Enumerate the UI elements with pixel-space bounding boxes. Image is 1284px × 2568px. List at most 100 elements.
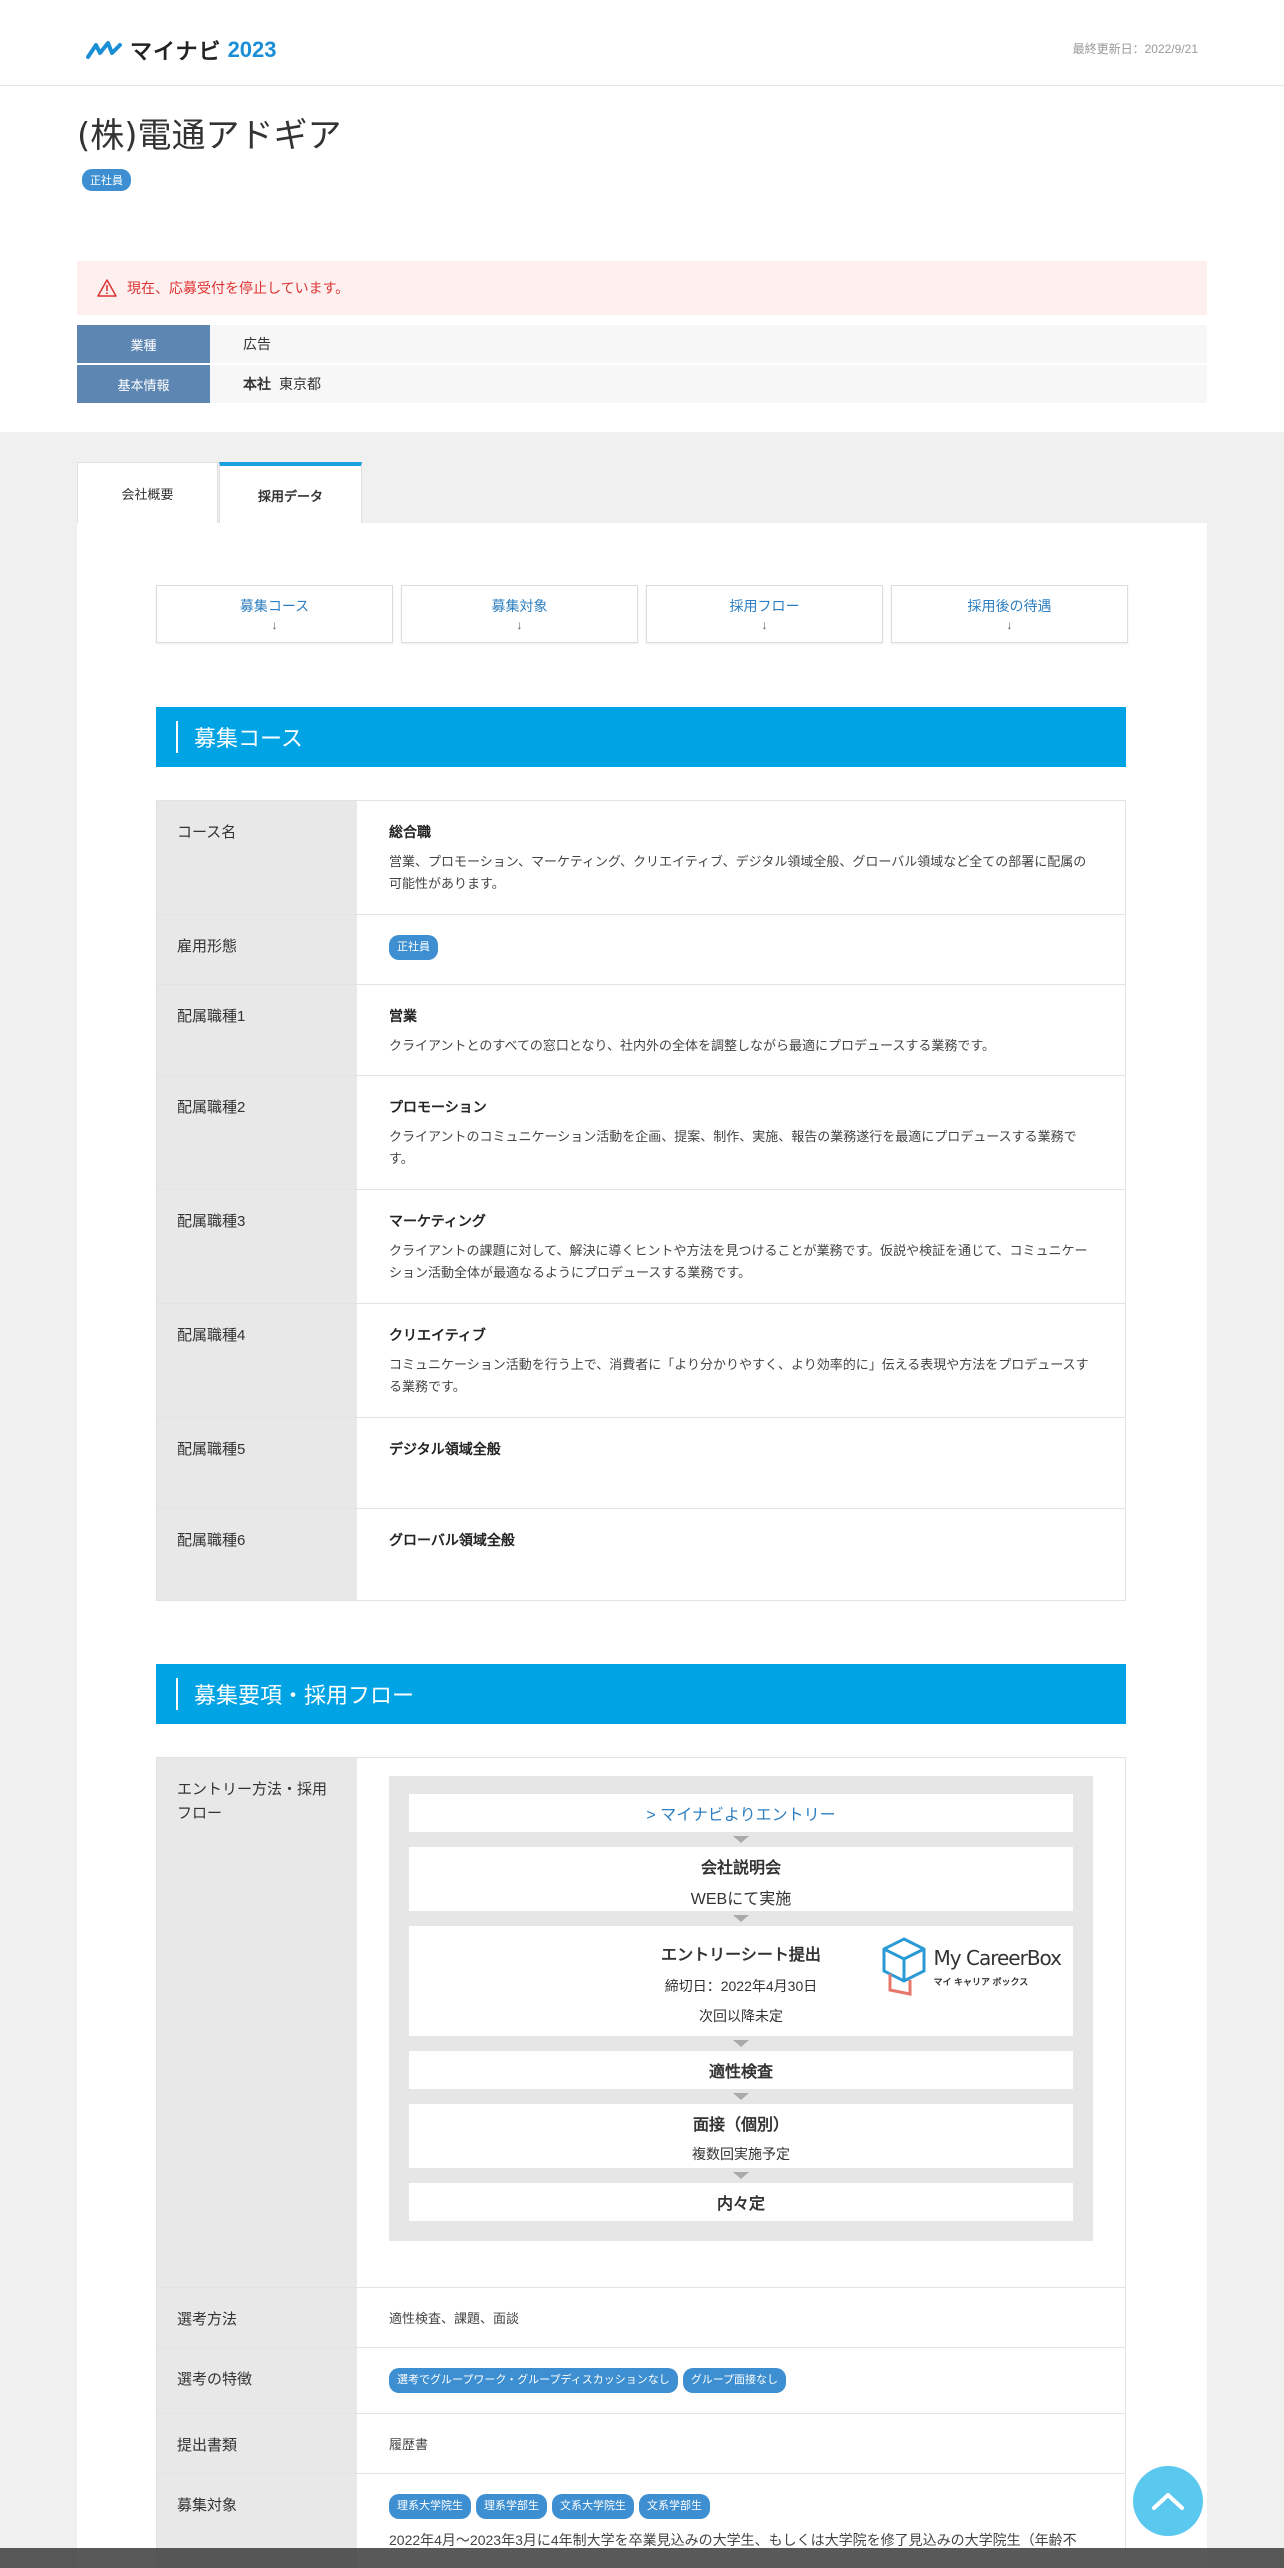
job-title: 営業 [389,1008,417,1024]
table-row: 配属職種6 グローバル領域全般 [157,1509,1125,1600]
table-row: 提出書類 履歴書 [157,2414,1125,2474]
row-label: エントリー方法・採用フロー [157,1758,357,2287]
tab-company-overview[interactable]: 会社概要 [77,462,218,524]
course-desc: 営業、プロモーション、マーケティング、クリエイティブ、デジタル領域全般、グローバ… [389,853,1087,891]
entry-closed-alert: 現在、応募受付を停止しています。 [77,261,1207,315]
row-label: 配属職種4 [157,1304,357,1417]
offer-title: 内々定 [716,2196,765,2213]
job-title: プロモーション [389,1099,487,1115]
anchor-target[interactable]: 募集対象 ↓ [401,585,638,643]
anchor-flow-label: 採用フロー [729,598,800,614]
arrow-down-icon: ↓ [516,618,523,632]
basic-info-table: 業種 広告 基本情報 本社 東京都 [77,325,1207,403]
job-desc: クライアントとのすべての窓口となり、社内外の全体を調整しながら最適にプロデュース… [389,1037,996,1053]
course-name: 総合職 [389,824,431,840]
flow-section-heading: 募集要項・採用フロー [156,1664,1126,1724]
documents-value: 履歴書 [389,2437,429,2452]
company-header: (株)電通アドギア 正社員 [0,86,1284,191]
entry-sheet-step: エントリーシート提出 締切日：2022年4月30日 次回以降未定 My Care… [409,1926,1073,2036]
careerbox-icon [882,1937,926,1996]
job-desc: クライアントの課題に対して、解決に導くヒントや方法を見つけることが業務です。仮説… [389,1242,1088,1280]
row-label: 選考方法 [157,2288,357,2347]
mynavi-entry-link[interactable]: > マイナビよりエントリー [646,1807,835,1824]
seminar-step: 会社説明会 WEBにて実施 [409,1847,1073,1911]
interview-step: 面接（個別） 複数回実施予定 [409,2104,1073,2168]
employment-badge: 正社員 [82,169,131,191]
table-row: 配属職種2 プロモーション クライアントのコミュニケーション活動を企画、提案、制… [157,1076,1125,1190]
table-row: 配属職種5 デジタル領域全般 [157,1418,1125,1509]
mynavi-logo-icon [86,41,122,59]
interview-sub: 複数回実施予定 [692,2146,790,2163]
target-chip: 文系学部生 [639,2494,710,2519]
hq-value: 東京都 [279,376,321,392]
job-title: デジタル領域全般 [389,1441,501,1457]
selection-method-value: 適性検査、課題、面談 [389,2311,520,2326]
flow-arrow-icon [733,1915,749,1922]
warning-icon [97,279,117,297]
row-label: 配属職種1 [157,985,357,1075]
row-label: 配属職種5 [157,1418,357,1508]
logo-text: マイナビ [130,39,222,64]
target-chip: 理系学部生 [476,2494,547,2519]
course-section-heading: 募集コース [156,707,1126,767]
row-label: コース名 [157,801,357,914]
target-chip: 文系大学院生 [552,2494,634,2519]
anchor-treatment[interactable]: 採用後の待遇 ↓ [891,585,1128,643]
row-label: 雇用形態 [157,915,357,984]
anchor-flow[interactable]: 採用フロー ↓ [646,585,883,643]
flow-arrow-icon [733,2172,749,2179]
feature-chip: 選考でグループワーク・グループディスカッションなし [389,2368,678,2393]
hq-label: 本社 [243,376,271,392]
flow-arrow-icon [733,2093,749,2100]
top-header: マイナビ 2023 最終更新日：2022/9/21 [0,0,1284,86]
industry-row: 業種 広告 [77,325,1207,363]
flow-arrow-icon [733,1836,749,1843]
scroll-to-top-button[interactable] [1133,2466,1203,2536]
table-row: 配属職種3 マーケティング クライアントの課題に対して、解決に導くヒントや方法を… [157,1190,1125,1304]
company-name: (株)電通アドギア [77,116,342,156]
employment-type-chip: 正社員 [389,935,438,960]
alert-message: 現在、応募受付を停止しています。 [127,280,350,296]
flow-arrow-icon [733,2040,749,2047]
tab-recruit-data[interactable]: 採用データ [219,462,362,524]
table-row: コース名 総合職 営業、プロモーション、マーケティング、クリエイティブ、デジタル… [157,801,1125,915]
my-careerbox-logo[interactable]: My CareerBox マイ キャリア ボックス [880,1936,1062,1996]
job-title: クリエイティブ [389,1327,486,1343]
job-title: グローバル領域全般 [389,1532,515,1548]
arrow-down-icon: ↓ [761,618,768,632]
row-label: 提出書類 [157,2414,357,2473]
arrow-down-icon: ↓ [271,618,278,632]
table-row: 選考方法 適性検査、課題、面談 [157,2288,1125,2348]
feature-chip: グループ面接なし [682,2368,787,2393]
row-label: 配属職種3 [157,1190,357,1303]
anchor-course[interactable]: 募集コース ↓ [156,585,393,643]
flow-table: エントリー方法・採用フロー > マイナビよりエントリー 会社説明会 WEBにて実… [156,1757,1126,2568]
table-row: 選考の特徴 選考でグループワーク・グループディスカッションなし グループ面接なし [157,2348,1125,2414]
recruit-flow: > マイナビよりエントリー 会社説明会 WEBにて実施 エントリーシート提出 締… [389,1776,1093,2241]
last-updated: 最終更新日：2022/9/21 [1072,42,1198,56]
aptitude-title: 適性検査 [708,2064,773,2081]
careerbox-sub: マイ キャリア ボックス [933,1977,1029,1988]
careerbox-title: My CareerBox [933,1946,1062,1971]
bottom-overlay-bar [0,2548,1284,2568]
target-chip: 理系大学院生 [389,2494,471,2519]
anchor-target-label: 募集対象 [491,598,548,614]
arrow-down-icon: ↓ [1006,618,1013,632]
logo-year: 2023 [227,37,277,62]
table-row: 配属職種4 クリエイティブ コミュニケーション活動を行う上で、消費者に「より分か… [157,1304,1125,1418]
interview-title: 面接（個別） [692,2117,789,2134]
course-table: コース名 総合職 営業、プロモーション、マーケティング、クリエイティブ、デジタル… [156,800,1126,1601]
table-row: 配属職種1 営業 クライアントとのすべての窓口となり、社内外の全体を調整しながら… [157,985,1125,1076]
entry-step: > マイナビよりエントリー [409,1794,1073,1832]
seminar-title: 会社説明会 [700,1860,781,1877]
es-next: 次回以降未定 [699,2007,783,2024]
row-label: 選考の特徴 [157,2348,357,2413]
row-label: 配属職種6 [157,1509,357,1600]
chevron-up-icon [1152,2493,1184,2510]
mynavi-logo[interactable]: マイナビ 2023 [86,34,277,66]
anchor-nav: 募集コース ↓ 募集対象 ↓ 採用フロー ↓ 採用後の待遇 ↓ [156,585,1128,643]
seminar-sub: WEBにて実施 [690,1891,792,1909]
job-desc: クライアントのコミュニケーション活動を企画、提案、制作、実施、報告の業務遂行を最… [389,1128,1077,1166]
table-row: エントリー方法・採用フロー > マイナビよりエントリー 会社説明会 WEBにて実… [157,1758,1125,2288]
basic-info-label: 基本情報 [77,365,210,403]
